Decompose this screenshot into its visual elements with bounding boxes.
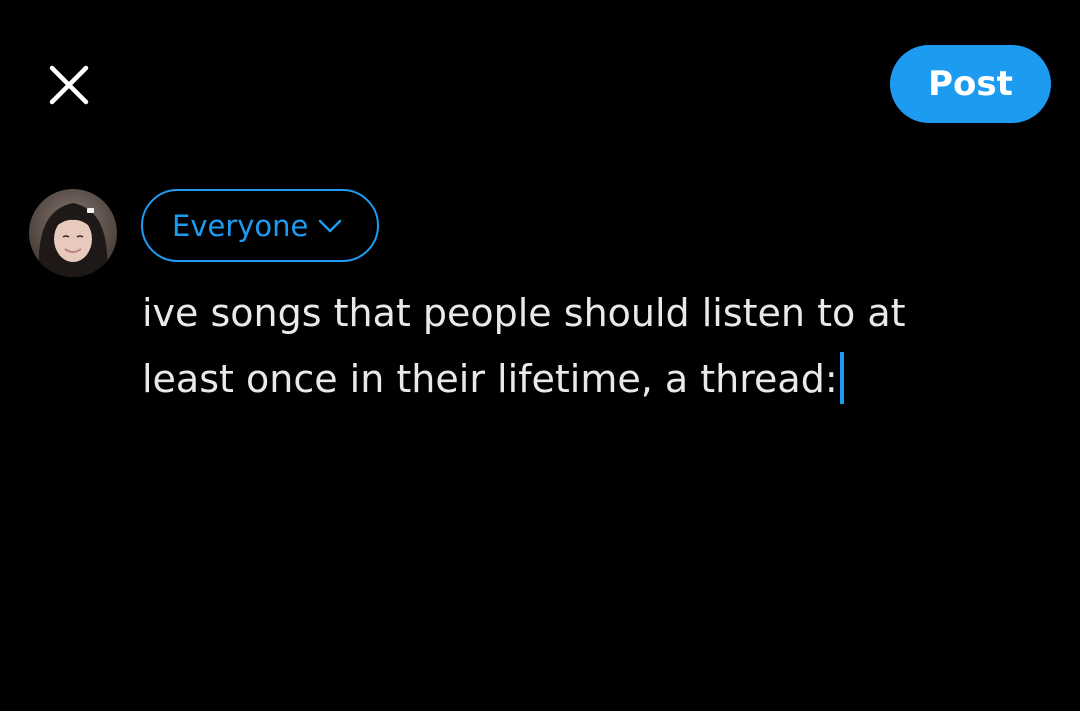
post-composer-textarea[interactable]: ive songs that people should listen to a… <box>142 280 1042 412</box>
composer-text-line-2-content: least once in their lifetime, a thread: <box>142 357 838 401</box>
text-caret <box>839 351 844 404</box>
audience-label: Everyone <box>172 208 309 243</box>
post-button[interactable]: Post <box>890 45 1051 123</box>
audience-selector-button[interactable]: Everyone <box>141 189 379 262</box>
chevron-down-icon <box>318 218 342 234</box>
avatar[interactable] <box>29 189 117 277</box>
close-button[interactable] <box>46 62 92 108</box>
composer-text-line-2: least once in their lifetime, a thread: <box>142 346 1042 412</box>
close-icon <box>49 65 89 105</box>
avatar-image <box>29 189 117 277</box>
composer-text-line-1: ive songs that people should listen to a… <box>142 291 906 335</box>
